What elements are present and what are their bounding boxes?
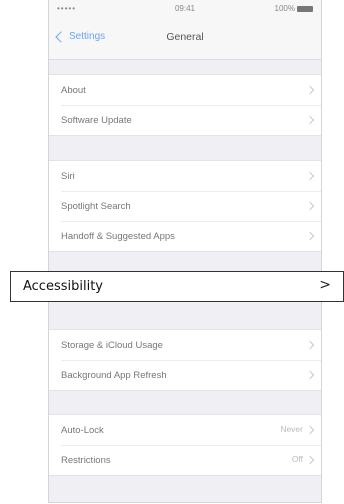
row-label: Storage & iCloud Usage bbox=[61, 339, 163, 351]
settings-row-restrictions[interactable]: Restrictions Off bbox=[49, 445, 321, 475]
chevron-right-icon bbox=[305, 455, 315, 465]
status-bar: ••••• 09:41 100% bbox=[49, 0, 321, 18]
settings-row-software-update[interactable]: Software Update bbox=[49, 105, 321, 135]
navigation-bar: Settings General bbox=[49, 18, 321, 60]
settings-row-storage[interactable]: Storage & iCloud Usage bbox=[49, 330, 321, 360]
chevron-right-icon bbox=[305, 231, 315, 241]
settings-row-accessibility[interactable]: Accessibility > bbox=[10, 271, 344, 302]
chevron-right-icon bbox=[305, 201, 315, 211]
row-label: Handoff & Suggested Apps bbox=[61, 230, 175, 242]
settings-row-spotlight-search[interactable]: Spotlight Search bbox=[49, 191, 321, 221]
row-label: Siri bbox=[61, 170, 75, 182]
row-detail-value: Never bbox=[280, 424, 303, 434]
row-label: Spotlight Search bbox=[61, 200, 131, 212]
settings-row-siri[interactable]: Siri bbox=[49, 161, 321, 191]
settings-group-about: About Software Update bbox=[49, 74, 321, 136]
row-label: Restrictions bbox=[61, 454, 111, 466]
chevron-right-icon bbox=[305, 425, 315, 435]
page-title: General bbox=[166, 31, 204, 43]
chevron-right-icon bbox=[305, 171, 315, 181]
battery-percent: 100% bbox=[274, 4, 295, 13]
settings-group-siri: Siri Spotlight Search Handoff & Suggeste… bbox=[49, 160, 321, 252]
row-label: Background App Refresh bbox=[61, 369, 167, 381]
settings-row-background-app-refresh[interactable]: Background App Refresh bbox=[49, 360, 321, 390]
row-label: Accessibility bbox=[23, 279, 103, 294]
chevron-right-icon bbox=[305, 370, 315, 380]
chevron-right-icon bbox=[305, 340, 315, 350]
phone-screen: ••••• 09:41 100% Settings General About … bbox=[48, 0, 322, 503]
settings-row-auto-lock[interactable]: Auto-Lock Never bbox=[49, 415, 321, 445]
chevron-right-icon bbox=[305, 115, 315, 125]
battery-indicator: 100% bbox=[275, 4, 313, 13]
settings-row-about[interactable]: About bbox=[49, 75, 321, 105]
settings-row-handoff[interactable]: Handoff & Suggested Apps bbox=[49, 221, 321, 251]
row-label: About bbox=[61, 84, 86, 96]
settings-group-storage: Storage & iCloud Usage Background App Re… bbox=[49, 329, 321, 391]
row-detail-value: Off bbox=[291, 454, 303, 464]
chevron-right-icon: > bbox=[319, 277, 331, 293]
chevron-right-icon bbox=[305, 85, 315, 95]
battery-icon bbox=[297, 5, 313, 12]
row-label: Software Update bbox=[61, 114, 132, 126]
row-label: Auto-Lock bbox=[61, 424, 104, 436]
settings-group-lock: Auto-Lock Never Restrictions Off bbox=[49, 414, 321, 476]
